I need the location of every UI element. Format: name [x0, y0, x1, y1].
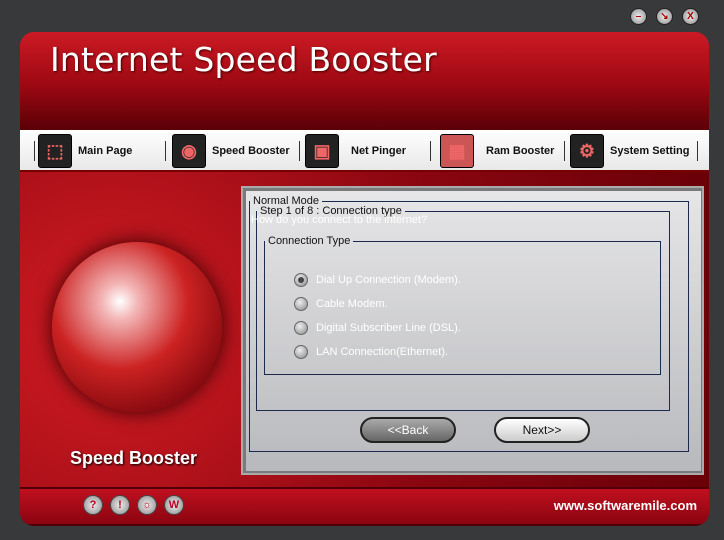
radio-dial-up[interactable]: Dial Up Connection (Modem). [294, 273, 461, 287]
radio-cable-modem[interactable]: Cable Modem. [294, 297, 388, 311]
radio-lan[interactable]: LAN Connection(Ethernet). [294, 345, 448, 359]
nav-ram-booster[interactable]: ▦ Ram Booster [440, 134, 554, 168]
radio-button[interactable] [294, 297, 308, 311]
radio-button[interactable] [294, 273, 308, 287]
divider [299, 141, 300, 161]
nav-bar: ⬚ Main Page ◉ Speed Booster ▣ Net Pinger ▦ R… [20, 130, 709, 172]
website-icon[interactable]: W [164, 495, 184, 515]
back-button[interactable]: <<Back [360, 417, 456, 443]
main-page-icon: ⬚ [38, 134, 72, 168]
nav-label: Speed Booster [212, 145, 290, 157]
globe-image [52, 242, 222, 412]
nav-system-setting[interactable]: ⚙ System Setting [570, 134, 689, 168]
radio-label: Digital Subscriber Line (DSL). [316, 322, 461, 334]
app-window: Internet Speed Booster ⬚ Main Page ◉ Speed… [20, 32, 709, 526]
settings-icon[interactable]: ☼ [137, 495, 157, 515]
group-legend: Connection Type [268, 235, 351, 247]
radio-button[interactable] [294, 345, 308, 359]
divider [697, 141, 698, 161]
radio-label: Dial Up Connection (Modem). [316, 274, 461, 286]
ram-booster-icon: ▦ [440, 134, 474, 168]
nav-label: Main Page [78, 145, 133, 157]
radio-label: LAN Connection(Ethernet). [316, 346, 449, 358]
radio-label: Cable Modem. [316, 298, 388, 310]
speed-booster-icon: ◉ [172, 134, 206, 168]
info-icon[interactable]: ! [110, 495, 130, 515]
radio-dsl[interactable]: Digital Subscriber Line (DSL). [294, 321, 461, 335]
restore-button[interactable]: ↘ [656, 8, 673, 25]
wizard-panel: Normal Mode Step 1 of 8 : Connection typ… [241, 186, 704, 475]
divider [165, 141, 166, 161]
divider [34, 141, 35, 161]
nav-speed-booster[interactable]: ◉ Speed Booster [172, 134, 290, 168]
nav-net-pinger[interactable]: ▣ Net Pinger [305, 134, 406, 168]
nav-label: System Setting [610, 145, 690, 157]
nav-label: Net Pinger [351, 145, 407, 157]
net-pinger-icon: ▣ [305, 134, 339, 168]
app-title: Internet Speed Booster [50, 40, 437, 79]
next-button[interactable]: Next>> [494, 417, 590, 443]
website-link[interactable]: www.softwaremile.com [554, 498, 697, 513]
system-setting-icon: ⚙ [570, 134, 604, 168]
nav-label: Ram Booster [486, 145, 555, 157]
section-label: Speed Booster [70, 448, 198, 468]
wizard-inner: Normal Mode Step 1 of 8 : Connection typ… [246, 191, 701, 471]
minimize-button[interactable]: – [630, 8, 647, 25]
divider [430, 141, 431, 161]
question-text: How do you connect to the internet? [251, 214, 428, 226]
close-button[interactable]: X [682, 8, 699, 25]
radio-button[interactable] [294, 321, 308, 335]
divider [564, 141, 565, 161]
nav-main-page[interactable]: ⬚ Main Page [38, 134, 132, 168]
help-icon[interactable]: ? [83, 495, 103, 515]
footer: ? ! ☼ W www.softwaremile.com [20, 489, 709, 524]
content-area: Speed Booster Normal Mode Step 1 of 8 : … [20, 172, 709, 487]
header: Internet Speed Booster [20, 32, 709, 130]
